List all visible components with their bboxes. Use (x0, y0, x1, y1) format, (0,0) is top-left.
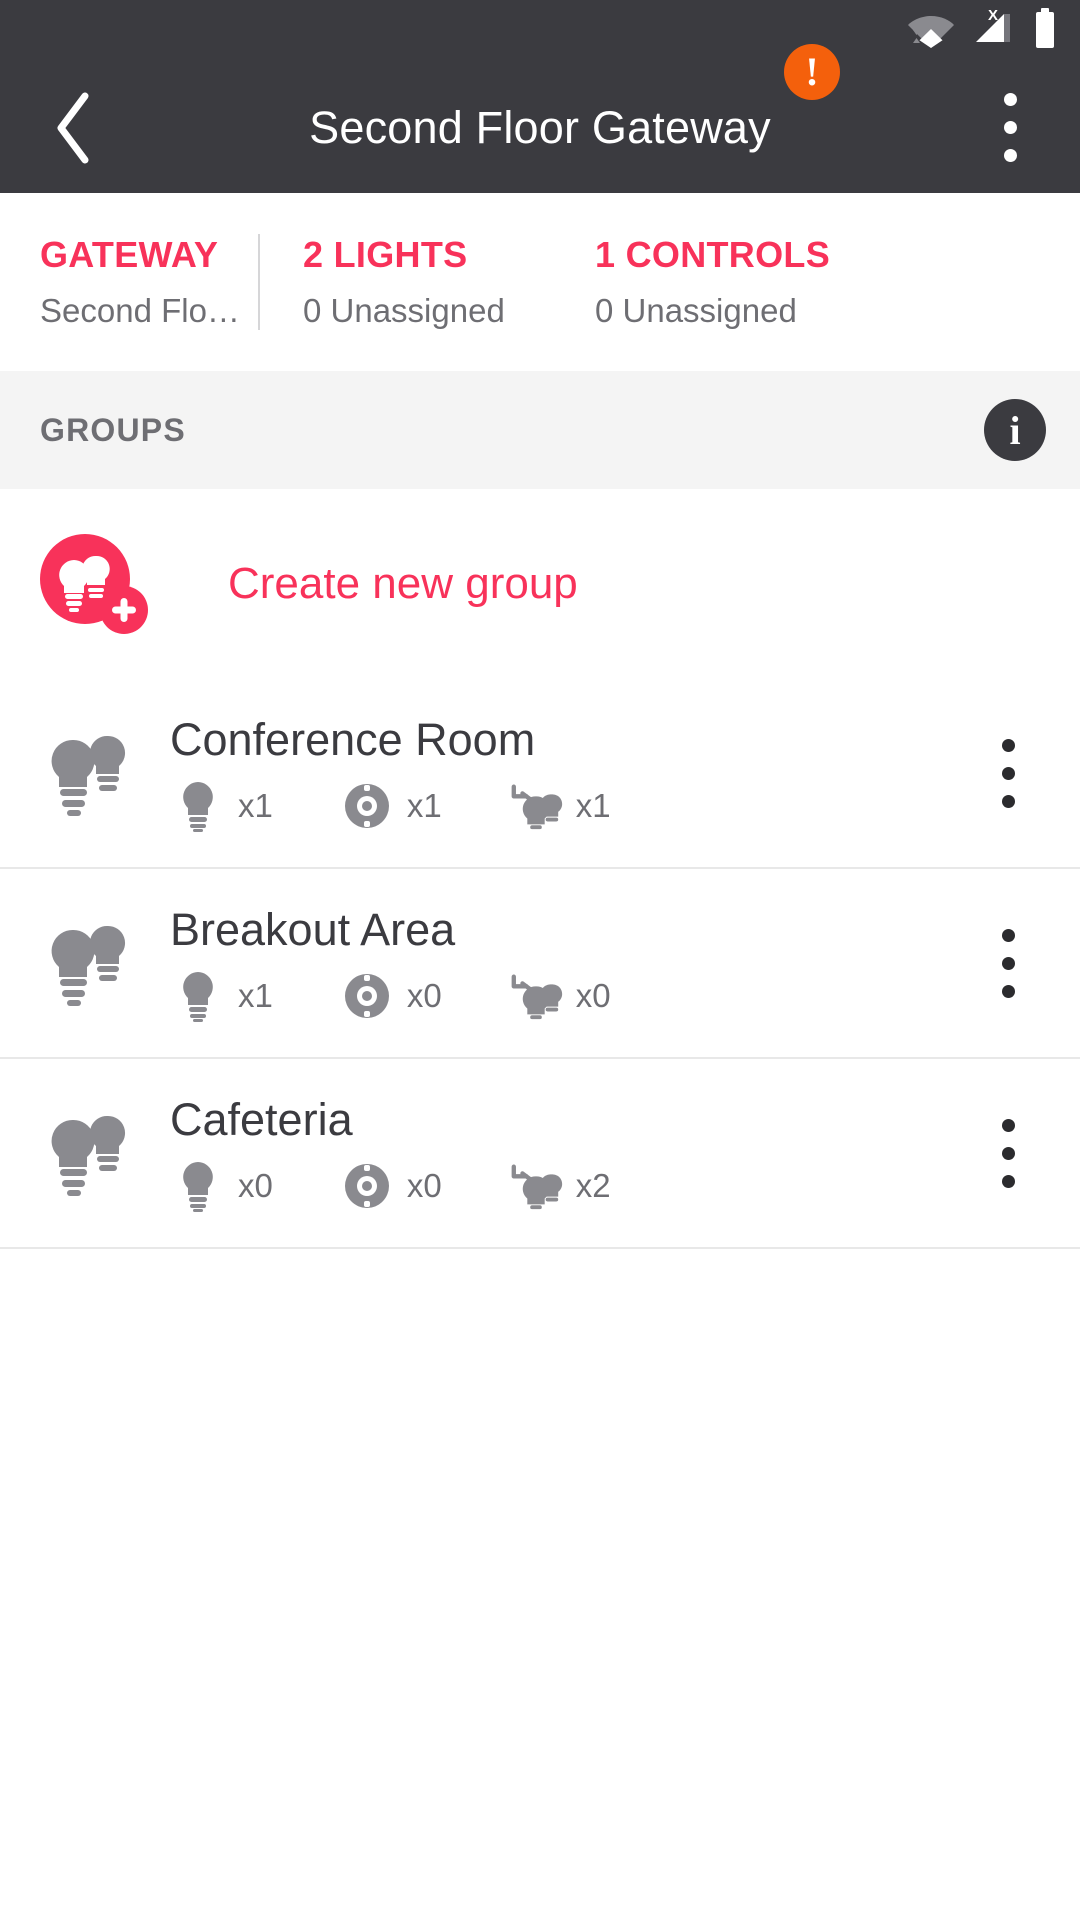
stat-lights[interactable]: 2 LIGHTS 0 Unassigned (258, 234, 550, 330)
count-value: x0 (575, 977, 611, 1014)
group-overflow-menu-button[interactable] (978, 915, 1038, 1011)
info-icon[interactable]: i (984, 399, 1046, 461)
overflow-dot (1001, 766, 1015, 780)
stat-gateway[interactable]: GATEWAY Second Flo… (0, 234, 258, 330)
overflow-dot (1003, 121, 1017, 134)
group-overflow-menu-button[interactable] (978, 1105, 1038, 1201)
count-value: x2 (575, 1167, 611, 1204)
create-new-group-button[interactable]: Create new group (0, 489, 1080, 679)
stat-title: GATEWAY (40, 234, 219, 275)
overflow-dot (1001, 928, 1015, 942)
stat-subtitle: 0 Unassigned (303, 292, 505, 329)
wifi-icon (908, 10, 954, 53)
overflow-dot (1001, 956, 1015, 970)
bulb-icon (170, 970, 226, 1022)
svg-text:X: X (988, 9, 998, 24)
group-counts: x0 x0 x2 (170, 1160, 611, 1212)
group-name: Cafeteria (170, 1094, 353, 1145)
group-bulbs-icon (40, 1110, 144, 1196)
group-bulbs-icon (40, 920, 144, 1006)
stat-title: 2 LIGHTS (303, 234, 468, 275)
bulb-icon (170, 1160, 226, 1212)
overflow-dot (1001, 794, 1015, 808)
overflow-dot (1003, 149, 1017, 162)
overflow-dot (1001, 1146, 1015, 1160)
alert-badge[interactable]: ! (784, 44, 840, 100)
count-value: x1 (575, 787, 611, 824)
app-bar: Second Floor Gateway ! (0, 44, 1080, 193)
scene-bulb-icon (508, 780, 564, 832)
stat-divider (258, 234, 260, 330)
group-name: Breakout Area (170, 904, 456, 955)
stat-subtitle: Second Flo… (40, 292, 240, 329)
count-value: x1 (238, 977, 273, 1014)
empty-space (0, 1249, 1080, 1920)
overflow-dot (1001, 1118, 1015, 1132)
sensor-dial-icon (339, 1161, 395, 1211)
group-body: Cafeteria x0 x0 x2 (170, 1094, 611, 1212)
count-item: x0 (339, 1161, 442, 1211)
sensor-dial-icon (339, 971, 395, 1021)
count-item: x2 (508, 1160, 611, 1212)
group-name: Conference Room (170, 714, 536, 765)
summary-stats: GATEWAY Second Flo… 2 LIGHTS 0 Unassigne… (0, 193, 1080, 371)
page-title: Second Floor Gateway (309, 101, 771, 153)
group-body: Breakout Area x1 x0 x0 (170, 904, 611, 1022)
group-row[interactable]: Conference Room x1 x1 x1 (0, 679, 1080, 869)
bulb-icon (170, 780, 226, 832)
count-item: x1 (170, 970, 273, 1022)
count-value: x0 (406, 1167, 442, 1204)
scene-bulb-icon (508, 1160, 564, 1212)
count-item: x1 (339, 781, 442, 831)
stat-controls[interactable]: 1 CONTROLS 0 Unassigned (550, 234, 1080, 330)
group-counts: x1 x0 x0 (170, 970, 611, 1022)
stat-title: 1 CONTROLS (595, 234, 831, 275)
count-item: x1 (170, 780, 273, 832)
scene-bulb-icon (508, 970, 564, 1022)
count-value: x0 (238, 1167, 273, 1204)
group-counts: x1 x1 x1 (170, 780, 611, 832)
overflow-dot (1003, 93, 1017, 106)
overflow-dot (1001, 738, 1015, 752)
battery-icon (1032, 7, 1058, 55)
count-value: x1 (406, 787, 442, 824)
group-row[interactable]: Breakout Area x1 x0 x0 (0, 869, 1080, 1059)
overflow-dot (1001, 984, 1015, 998)
groups-section-header: GROUPS i (0, 371, 1080, 489)
group-bulbs-icon (40, 730, 144, 816)
count-item: x0 (339, 971, 442, 1021)
cellular-signal-no-service-icon: X (970, 7, 1016, 54)
overflow-dot (1001, 1174, 1015, 1188)
count-value: x1 (238, 787, 273, 824)
overflow-menu-button[interactable] (978, 80, 1042, 176)
create-new-group-label: Create new group (228, 559, 578, 608)
sensor-dial-icon (339, 781, 395, 831)
add-group-bulbs-icon (40, 534, 150, 634)
status-bar: X (0, 0, 1080, 62)
app-screen: X Second Floor Gateway ! GATEWAY Second … (0, 0, 1080, 1920)
count-value: x0 (406, 977, 442, 1014)
count-item: x0 (508, 970, 611, 1022)
count-item: x1 (508, 780, 611, 832)
group-row[interactable]: Cafeteria x0 x0 x2 (0, 1059, 1080, 1249)
count-item: x0 (170, 1160, 273, 1212)
group-body: Conference Room x1 x1 x1 (170, 714, 611, 832)
stat-subtitle: 0 Unassigned (595, 292, 797, 329)
groups-list: Conference Room x1 x1 x1 Breakout Area x… (0, 679, 1080, 1249)
groups-label: GROUPS (40, 411, 186, 448)
group-overflow-menu-button[interactable] (978, 725, 1038, 821)
